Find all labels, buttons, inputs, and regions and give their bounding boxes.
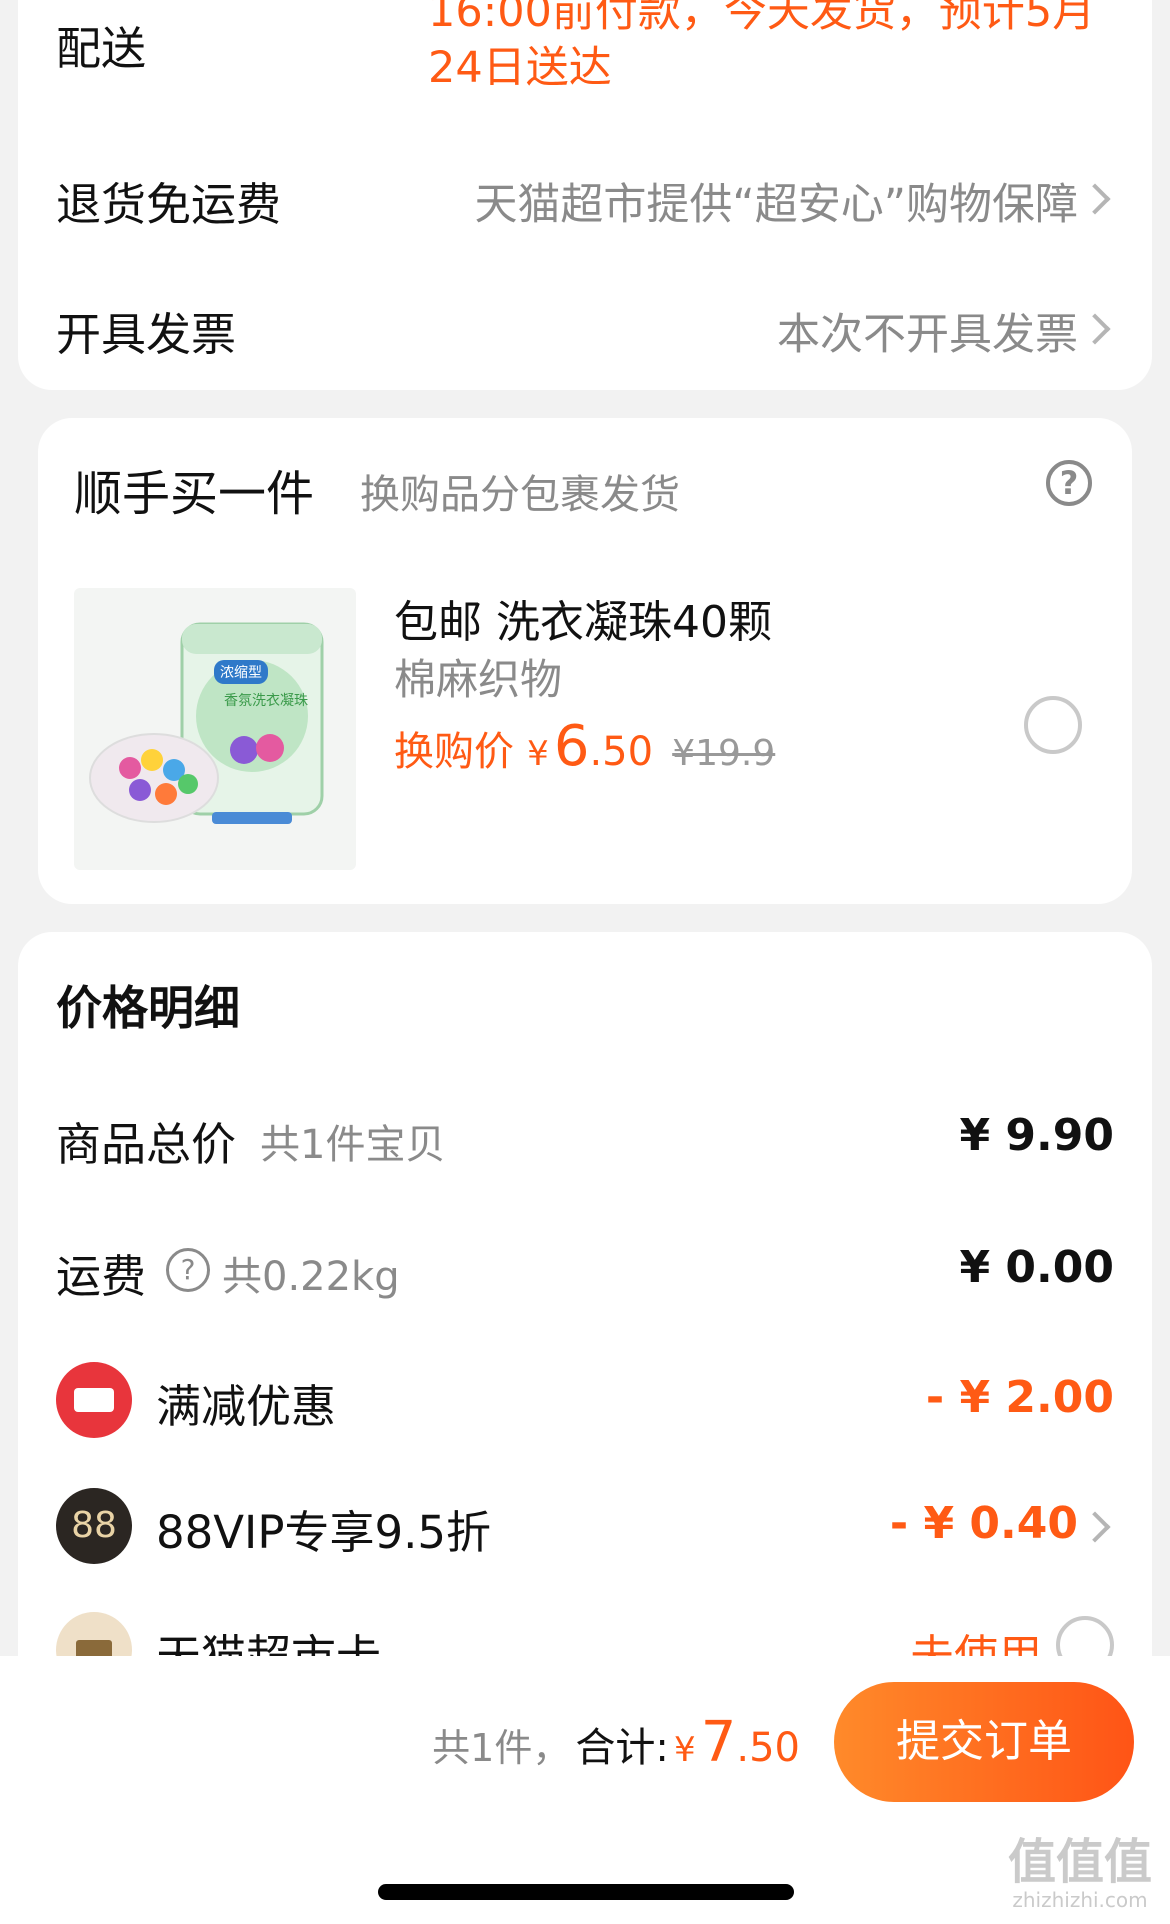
shipping-weight: 共0.22kg bbox=[222, 1254, 400, 1300]
total-decimal: .50 bbox=[736, 1725, 800, 1771]
addon-title: 顺手买一件 bbox=[74, 466, 315, 522]
bottom-checkout-bar: 共1件， 合计: ¥ 7.50 提交订单 bbox=[0, 1656, 1170, 1924]
delivery-line-1: 16:00前付款，今天发货，预计5月 bbox=[428, 0, 1096, 37]
watermark-domain: zhizhizhi.com bbox=[1012, 1888, 1148, 1912]
price-decimal: .50 bbox=[589, 729, 654, 775]
item-count: 共1件， bbox=[432, 1726, 571, 1770]
price-integer: 6 bbox=[553, 714, 590, 779]
watermark-logo: 值值值 bbox=[1007, 1834, 1152, 1890]
shipping-label: 运费 bbox=[56, 1250, 147, 1303]
invoice-value: 本次不开具发票 bbox=[777, 310, 1078, 360]
product-image[interactable]: 浓缩型 香氛洗衣凝珠 bbox=[74, 588, 356, 870]
return-shipping-row[interactable]: 退货免运费 天猫超市提供“超安心”购物保障 bbox=[18, 140, 1152, 250]
goods-total-amount: ¥ 9.90 bbox=[959, 1110, 1115, 1161]
chevron-right-icon bbox=[1079, 183, 1111, 215]
delivery-info-card: 配送 16:00前付款，今天发货，预计5月 24日送达 退货免运费 天猫超市提供… bbox=[18, 0, 1152, 390]
pack-text: 香氛洗衣凝珠 bbox=[224, 693, 308, 709]
vip-icon-text: 88 bbox=[71, 1505, 117, 1546]
discount-amount: - ¥ 2.00 bbox=[925, 1372, 1114, 1423]
total-currency: ¥ bbox=[674, 1730, 696, 1770]
total-label: 合计: bbox=[575, 1725, 669, 1771]
invoice-label: 开具发票 bbox=[56, 308, 237, 361]
addon-price: 换购价 ¥ 6.50 ¥19.9 bbox=[394, 714, 775, 779]
return-shipping-label: 退货免运费 bbox=[56, 178, 282, 231]
price-detail-title: 价格明细 bbox=[56, 981, 240, 1035]
delivery-label: 配送 bbox=[56, 22, 147, 75]
delivery-time-text: 16:00前付款，今天发货，预计5月 24日送达 bbox=[428, 0, 1095, 96]
addon-select-radio[interactable] bbox=[1024, 696, 1082, 754]
discount-label: 满减优惠 bbox=[156, 1380, 337, 1433]
price-detail-card: 价格明细 商品总价 共1件宝贝 ¥ 9.90 运费 ? 共0.22kg ¥ 0.… bbox=[18, 932, 1152, 1692]
product-spec: 棉麻织物 bbox=[394, 655, 563, 704]
addon-subtitle: 换购品分包裹发货 bbox=[360, 472, 680, 518]
invoice-row[interactable]: 开具发票 本次不开具发票 bbox=[18, 270, 1152, 380]
shipping-amount: ¥ 0.00 bbox=[959, 1242, 1115, 1293]
price-currency: ¥ bbox=[527, 734, 549, 774]
question-circle-icon[interactable]: ? bbox=[1046, 460, 1092, 506]
total-integer: 7 bbox=[700, 1710, 737, 1775]
return-shipping-value: 天猫超市提供“超安心”购物保障 bbox=[474, 180, 1078, 230]
pack-badge: 浓缩型 bbox=[214, 660, 268, 684]
vip-discount-amount: - ¥ 0.40 bbox=[889, 1498, 1078, 1549]
question-circle-icon[interactable]: ? bbox=[166, 1248, 210, 1292]
goods-count: 共1件宝贝 bbox=[260, 1122, 446, 1168]
goods-total-label: 商品总价 bbox=[56, 1118, 237, 1171]
chevron-right-icon bbox=[1079, 313, 1111, 345]
original-price: ¥19.9 bbox=[672, 733, 776, 774]
home-indicator bbox=[378, 1884, 794, 1900]
watermark: 值值值 zhizhizhi.com bbox=[1008, 1836, 1152, 1912]
delivery-line-2: 24日送达 bbox=[428, 43, 612, 93]
vip-88-icon: 88 bbox=[56, 1488, 132, 1564]
checkout-summary: 共1件， 合计: ¥ 7.50 bbox=[432, 1710, 800, 1775]
detergent-pods-illustration bbox=[89, 622, 324, 824]
coupon-icon bbox=[56, 1362, 132, 1438]
price-label: 换购价 bbox=[394, 729, 514, 775]
vip-discount-label: 88VIP专享9.5折 bbox=[156, 1506, 492, 1559]
addon-purchase-card: 顺手买一件 换购品分包裹发货 ? 浓缩型 香氛洗衣凝珠 包邮 洗衣凝珠40颗 棉… bbox=[38, 418, 1132, 904]
submit-order-label: 提交订单 bbox=[896, 1716, 1072, 1767]
submit-order-button[interactable]: 提交订单 bbox=[834, 1682, 1134, 1802]
product-name[interactable]: 包邮 洗衣凝珠40颗 bbox=[394, 586, 772, 650]
